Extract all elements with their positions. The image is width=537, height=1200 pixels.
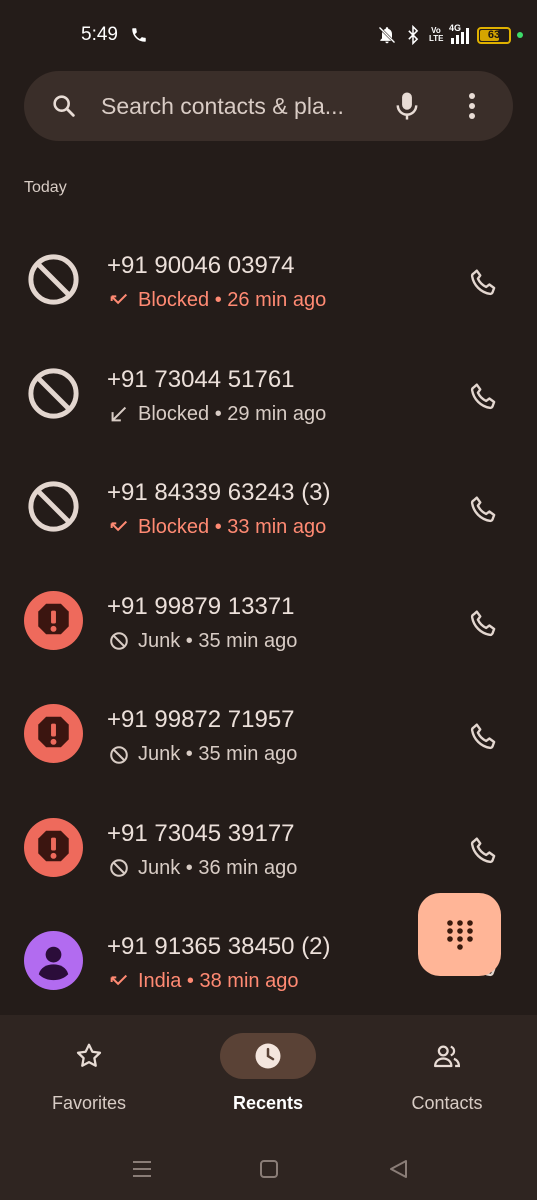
call-status-text: India • 38 min ago bbox=[138, 970, 299, 992]
incoming-call-icon bbox=[111, 406, 127, 422]
call-number: +91 84339 63243 (3) bbox=[107, 479, 331, 506]
call-number: +91 99872 71957 bbox=[107, 706, 295, 733]
contact-avatar[interactable] bbox=[24, 590, 83, 650]
missed-call-icon bbox=[110, 974, 128, 985]
star-icon bbox=[76, 1043, 102, 1067]
call-number: +91 91365 38450 (2) bbox=[107, 933, 331, 960]
nav-favorites[interactable]: Favorites bbox=[9, 1033, 169, 1133]
call-log-row[interactable]: +91 73045 39177 Junk • 36 min ago bbox=[0, 790, 537, 904]
contact-avatar[interactable] bbox=[24, 817, 83, 877]
system-navigation-bar bbox=[0, 1140, 537, 1200]
nav-label-recents: Recents bbox=[232, 1093, 304, 1113]
bluetooth-icon bbox=[408, 25, 419, 45]
search-bar[interactable] bbox=[24, 71, 513, 141]
call-number: +91 73045 39177 bbox=[107, 819, 295, 847]
call-back-button[interactable] bbox=[464, 830, 504, 870]
call-back-button[interactable] bbox=[464, 262, 504, 302]
call-status-text: Blocked • 26 min ago bbox=[138, 289, 327, 311]
call-status: Junk • 36 min ago bbox=[108, 857, 297, 880]
junk-block-icon bbox=[110, 859, 128, 877]
blocked-icon bbox=[28, 367, 79, 419]
call-status-text: Junk • 35 min ago bbox=[138, 629, 298, 652]
battery-indicator: 63 bbox=[477, 26, 511, 44]
call-number: +91 73044 51761 bbox=[107, 365, 295, 393]
microphone-icon[interactable] bbox=[392, 90, 422, 122]
missed-call-icon bbox=[110, 520, 128, 531]
phone-icon bbox=[470, 609, 496, 636]
call-log-row[interactable]: +91 73044 51761 Blocked • 29 min ago bbox=[0, 336, 537, 450]
back-icon[interactable] bbox=[385, 1156, 411, 1182]
status-bar: 5:49 Vo LTE 4G 63 bbox=[0, 0, 537, 70]
spam-warning-icon bbox=[24, 704, 83, 763]
call-status: Junk • 35 min ago bbox=[108, 743, 297, 766]
call-status: Junk • 35 min ago bbox=[108, 630, 297, 653]
nav-label-favorites: Favorites bbox=[51, 1093, 127, 1113]
phone-icon bbox=[470, 496, 496, 523]
ongoing-call-icon bbox=[132, 28, 146, 42]
call-back-button[interactable] bbox=[464, 376, 504, 416]
nav-contacts[interactable]: Contacts bbox=[367, 1033, 527, 1133]
blocked-icon bbox=[28, 254, 79, 305]
home-icon[interactable] bbox=[256, 1156, 282, 1182]
phone-icon bbox=[470, 269, 496, 296]
call-status-text: Blocked • 29 min ago bbox=[138, 402, 327, 425]
dialpad-icon bbox=[446, 919, 473, 950]
call-log-row[interactable]: +91 90046 03974 Blocked • 26 min ago bbox=[0, 222, 537, 336]
call-status: Blocked • 26 min ago bbox=[108, 289, 326, 312]
spam-warning-icon bbox=[24, 590, 83, 650]
call-status: Blocked • 33 min ago bbox=[108, 516, 326, 539]
people-icon bbox=[434, 1045, 461, 1068]
contact-avatar[interactable] bbox=[24, 704, 83, 763]
clock-icon bbox=[255, 1043, 281, 1069]
junk-block-icon bbox=[110, 745, 128, 764]
call-log-row[interactable]: +91 99879 13371 Junk • 35 min ago bbox=[0, 563, 537, 677]
privacy-indicator-dot bbox=[517, 32, 523, 38]
section-header-today: Today bbox=[24, 179, 67, 196]
signal-4g-icon: 4G bbox=[449, 23, 471, 45]
recent-apps-icon[interactable] bbox=[129, 1156, 155, 1182]
spam-warning-icon bbox=[24, 817, 83, 877]
call-back-button[interactable] bbox=[464, 489, 504, 529]
nav-label-contacts: Contacts bbox=[411, 1093, 483, 1113]
call-status: Blocked • 29 min ago bbox=[108, 403, 326, 426]
contact-avatar[interactable] bbox=[24, 364, 83, 423]
missed-call-icon bbox=[110, 293, 128, 304]
phone-icon bbox=[470, 836, 496, 863]
search-icon[interactable] bbox=[50, 92, 78, 120]
call-back-button[interactable] bbox=[464, 603, 504, 643]
call-status-text: Junk • 35 min ago bbox=[138, 743, 298, 765]
call-status: India • 38 min ago bbox=[108, 970, 298, 993]
phone-icon bbox=[470, 382, 496, 409]
call-status-text: Blocked • 33 min ago bbox=[138, 516, 327, 538]
person-avatar-icon bbox=[24, 931, 83, 990]
contact-avatar[interactable] bbox=[24, 250, 83, 309]
dialpad-button[interactable] bbox=[418, 893, 501, 976]
blocked-icon bbox=[28, 481, 79, 532]
call-number: +91 99879 13371 bbox=[107, 592, 295, 620]
junk-block-icon bbox=[110, 632, 128, 650]
call-back-button[interactable] bbox=[464, 716, 504, 756]
phone-icon bbox=[470, 723, 496, 750]
call-log-row[interactable]: +91 84339 63243 (3) Blocked • 33 min ago bbox=[0, 449, 537, 563]
more-options-icon[interactable] bbox=[466, 90, 478, 122]
mute-notifications-icon bbox=[378, 26, 396, 44]
contact-avatar[interactable] bbox=[24, 477, 83, 536]
volte-indicator: Vo LTE bbox=[429, 26, 444, 43]
call-number: +91 90046 03974 bbox=[107, 252, 295, 279]
search-input[interactable] bbox=[101, 91, 371, 121]
contact-avatar[interactable] bbox=[24, 931, 83, 990]
nav-recents[interactable]: Recents bbox=[188, 1033, 348, 1133]
call-log-row[interactable]: +91 99872 71957 Junk • 35 min ago bbox=[0, 676, 537, 790]
status-time: 5:49 bbox=[81, 24, 118, 45]
call-status-text: Junk • 36 min ago bbox=[138, 856, 298, 879]
